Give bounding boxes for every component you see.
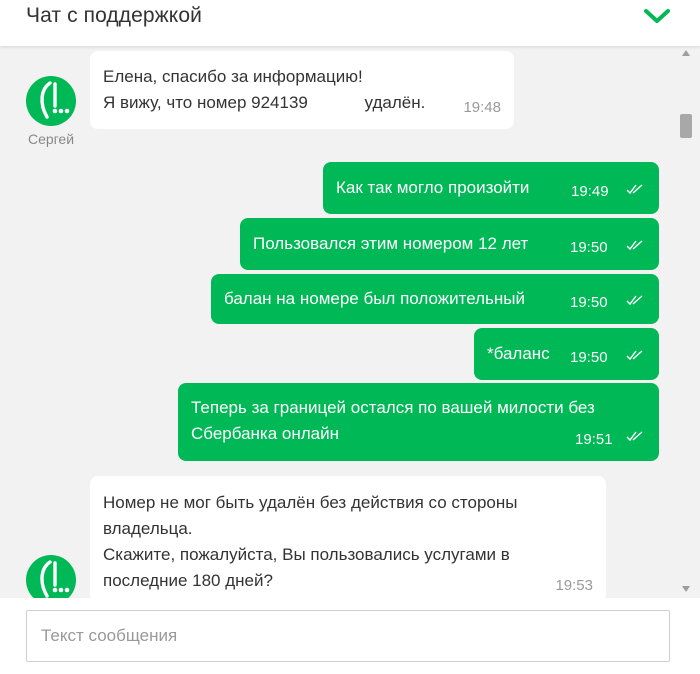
message-text-line: последние 180 дней? [103, 571, 273, 590]
message-time: 19:49 [571, 183, 609, 200]
message-list[interactable]: Сергей Елена, спасибо за информацию! Я в… [0, 46, 700, 598]
double-check-icon [626, 184, 643, 195]
agent-avatar [26, 76, 76, 126]
message-time: 19:48 [463, 99, 501, 116]
message-time: 19:50 [570, 239, 608, 256]
message-text-line: Елена, спасибо за информацию! [103, 67, 363, 86]
outgoing-message: балан на номере был положительный 19:50 [211, 274, 659, 324]
double-check-icon [626, 240, 643, 251]
double-check-icon [626, 350, 643, 361]
incoming-message: Елена, спасибо за информацию! Я вижу, чт… [90, 51, 514, 129]
message-time: 19:50 [570, 294, 608, 311]
outgoing-message: Пользовался этим номером 12 лет 19:50 [240, 218, 659, 270]
message-input[interactable] [26, 610, 670, 662]
scroll-up-arrow-icon[interactable] [682, 50, 690, 56]
scroll-down-arrow-icon[interactable] [682, 586, 690, 592]
chat-title: Чат с поддержкой [26, 4, 202, 27]
outgoing-message: Теперь за границей остался по вашей мило… [178, 383, 659, 461]
message-text-line: владельца. [103, 519, 193, 538]
message-text-line: Скажите, пожалуйста, Вы пользовались усл… [103, 545, 510, 564]
agent-name: Сергей [27, 131, 75, 147]
message-text-line: Номер не мог быть удалён без действия со… [103, 493, 518, 512]
message-text-line: Теперь за границей остался по вашей мило… [191, 398, 595, 417]
megafon-logo-icon [40, 560, 70, 598]
megafon-logo-icon [40, 81, 70, 119]
message-time: 19:53 [555, 577, 593, 594]
agent-avatar [26, 555, 76, 598]
message-text-line: Пользовался этим номером 12 лет [253, 234, 529, 253]
incoming-message: Номер не мог быть удалён без действия со… [90, 476, 606, 598]
outgoing-message: *баланс 19:50 [474, 328, 659, 380]
double-check-icon [626, 295, 643, 306]
chevron-down-icon[interactable] [641, 4, 673, 28]
message-text-line: Сбербанка онлайн [191, 424, 340, 443]
message-text-line: Я вижу, что номер 924139 удалён. [103, 93, 426, 112]
outgoing-message: Как так могло произойти 19:49 [323, 162, 659, 214]
message-text-line: балан на номере был положительный [224, 289, 525, 308]
double-check-icon [626, 431, 643, 442]
scrollbar-thumb[interactable] [680, 114, 692, 138]
message-time: 19:51 [575, 431, 613, 448]
message-time: 19:50 [570, 349, 608, 366]
message-composer [0, 598, 700, 674]
message-text-line: Как так могло произойти [336, 178, 530, 197]
chat-header: Чат с поддержкой [0, 0, 700, 46]
message-text-line: *баланс [487, 344, 550, 363]
